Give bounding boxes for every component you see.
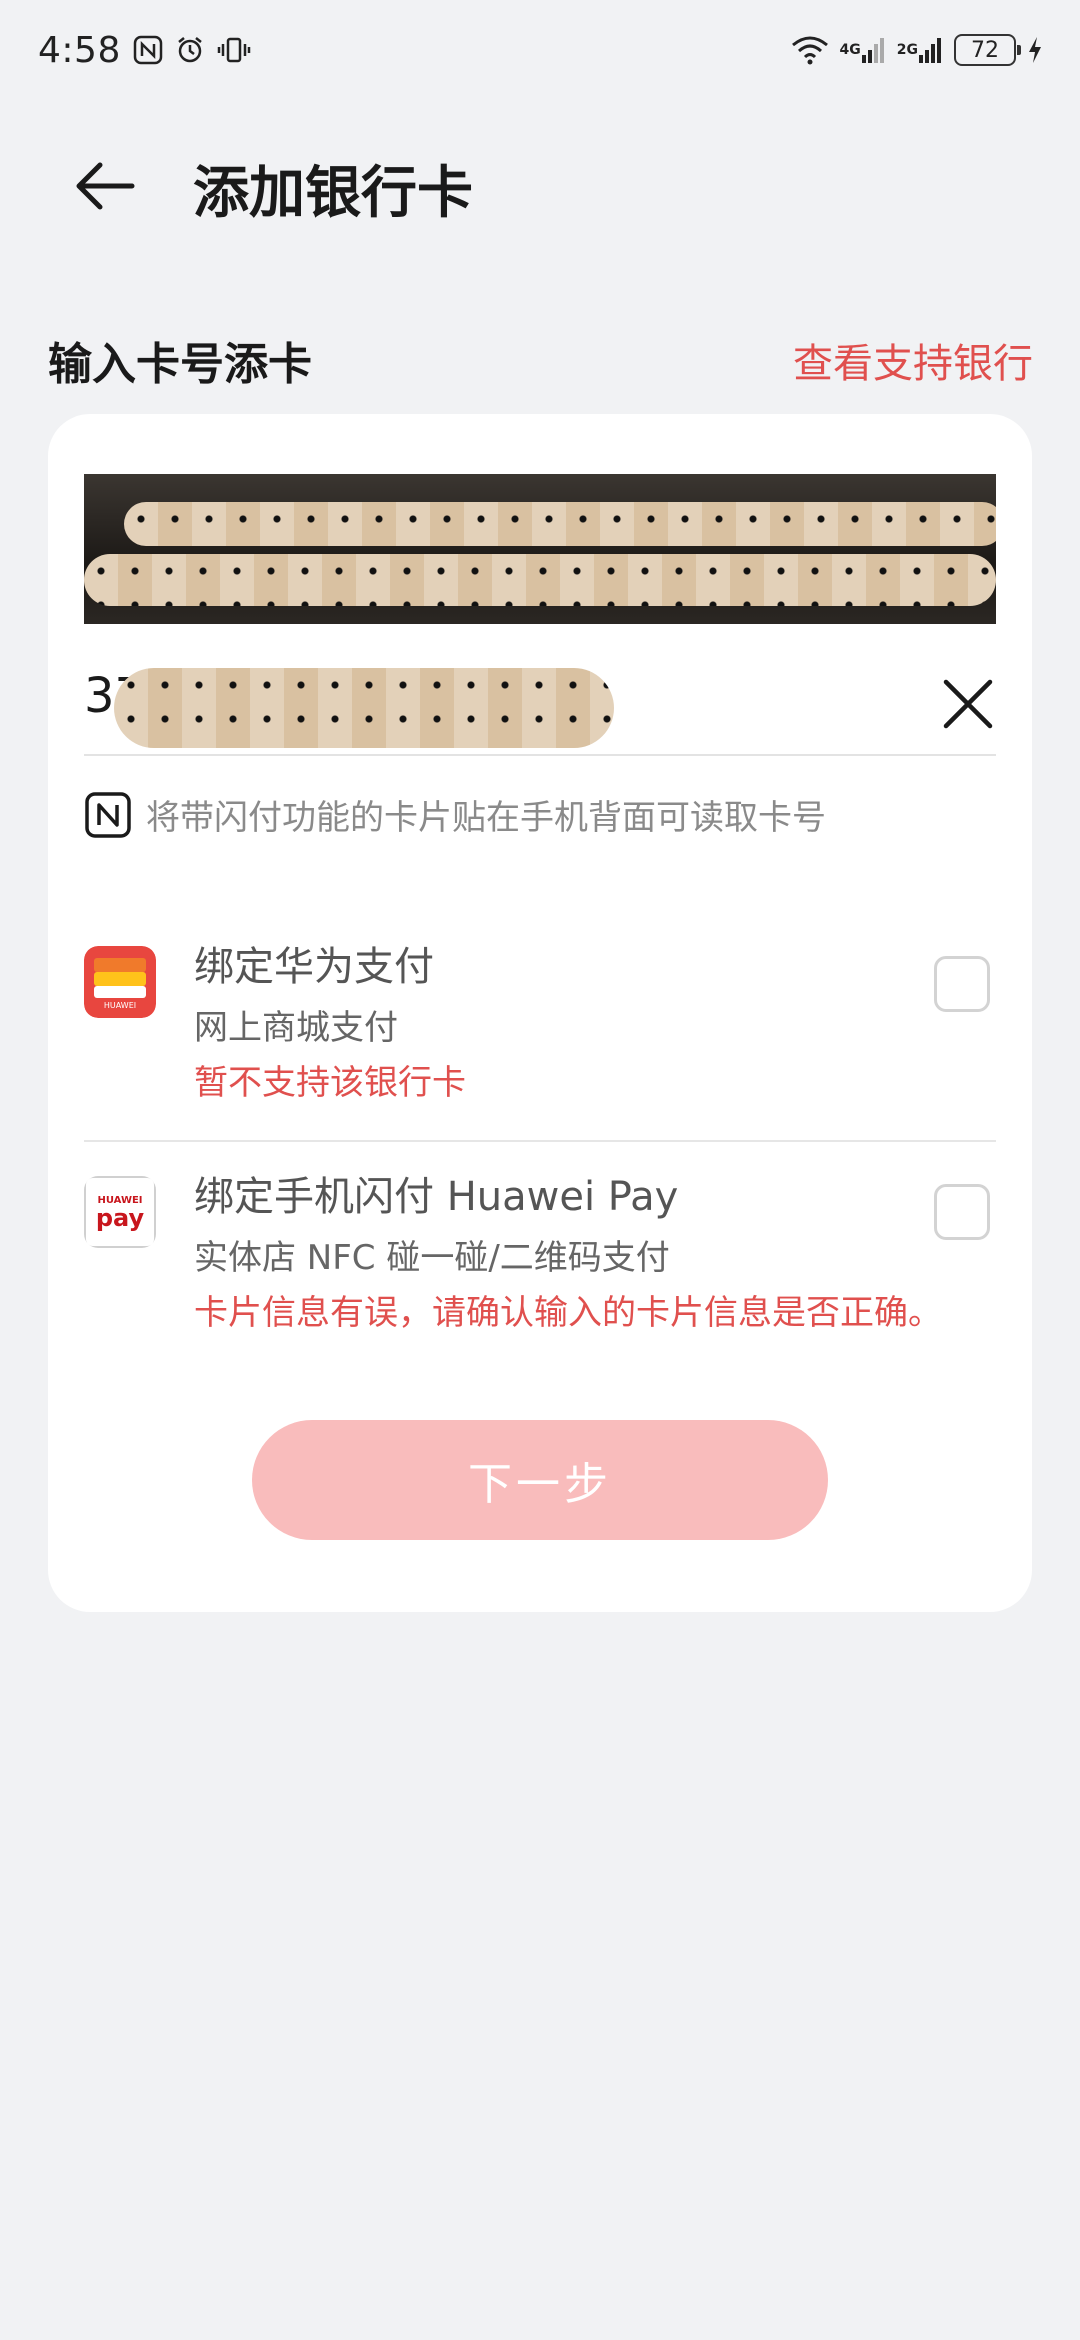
view-supported-banks-link[interactable]: 查看支持银行	[793, 331, 1033, 389]
svg-text:HUAWEI: HUAWEI	[104, 1001, 136, 1010]
back-arrow-icon	[76, 162, 135, 210]
option-huawei-pay[interactable]: HUAWEI pay 绑定手机闪付 Huawei Pay 实体店 NFC 碰一碰…	[84, 1154, 996, 1354]
add-card-panel: 37 将带闪付功能的卡片贴在手机背面可读取卡号 HUAWEI 绑定华为支付 网上…	[48, 414, 1032, 1612]
vibrate-icon	[217, 35, 251, 65]
option-title: 绑定华为支付	[194, 944, 434, 990]
section-row: 输入卡号添卡 查看支持银行	[48, 320, 1033, 400]
svg-text:pay: pay	[96, 1204, 145, 1232]
scanned-card-image	[84, 474, 996, 624]
option-checkbox[interactable]	[934, 956, 990, 1012]
option-text: 绑定手机闪付 Huawei Pay 实体店 NFC 碰一碰/二维码支付 卡片信息…	[194, 1154, 942, 1334]
network-label-1: 4G	[839, 42, 861, 58]
next-step-button[interactable]: 下一步	[252, 1420, 828, 1540]
clock: 4:58	[38, 29, 121, 71]
huawei-wallet-logo: HUAWEI	[84, 946, 156, 1018]
wifi-icon	[790, 35, 830, 65]
alarm-icon	[175, 35, 205, 65]
nfc-hint: 将带闪付功能的卡片贴在手机背面可读取卡号	[84, 790, 826, 839]
status-bar-right: 4G 2G 72	[790, 34, 1044, 66]
app-header: 添加银行卡	[0, 130, 1080, 240]
battery-icon: 72	[954, 34, 1021, 66]
signal-icon-2: 2G	[897, 35, 944, 65]
option-text: 绑定华为支付 网上商城支付 暂不支持该银行卡	[194, 924, 466, 1104]
clear-input-button[interactable]	[940, 676, 996, 732]
page-title: 添加银行卡	[193, 161, 473, 226]
option-error: 卡片信息有误，请确认输入的卡片信息是否正确。	[194, 1293, 942, 1333]
redaction-mark	[114, 668, 614, 748]
status-bar-left: 4:58	[38, 30, 251, 71]
network-label-2: 2G	[896, 42, 918, 58]
back-button[interactable]	[70, 156, 140, 216]
redaction-mark	[124, 502, 996, 546]
option-checkbox[interactable]	[934, 1184, 990, 1240]
option-title: 绑定手机闪付 Huawei Pay	[194, 1174, 679, 1220]
nfc-hint-text: 将带闪付功能的卡片贴在手机背面可读取卡号	[146, 798, 826, 838]
nfc-icon	[85, 791, 131, 838]
close-icon	[943, 679, 993, 729]
option-subtitle: 实体店 NFC 碰一碰/二维码支付	[194, 1238, 670, 1278]
card-number-field[interactable]: 37	[84, 646, 996, 756]
option-huawei-payment[interactable]: HUAWEI 绑定华为支付 网上商城支付 暂不支持该银行卡	[84, 924, 996, 1142]
redaction-mark	[84, 554, 996, 606]
signal-icon-1: 4G	[840, 35, 887, 65]
option-error: 暂不支持该银行卡	[194, 1063, 466, 1103]
status-bar: 4:58 4G 2G 72	[0, 0, 1080, 100]
huawei-pay-logo: HUAWEI pay	[84, 1176, 156, 1248]
section-title: 输入卡号添卡	[48, 339, 312, 390]
option-subtitle: 网上商城支付	[194, 1008, 398, 1048]
nfc-status-icon	[133, 35, 163, 65]
charging-icon	[1026, 35, 1044, 65]
